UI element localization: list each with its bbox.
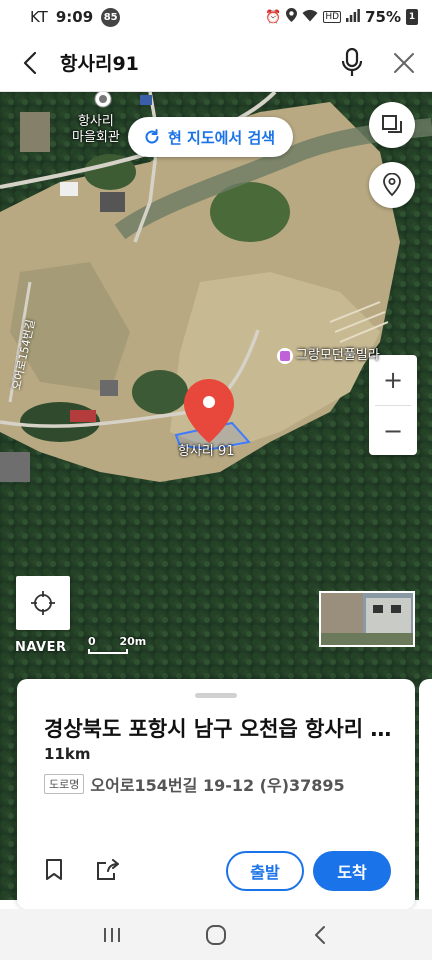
recent-apps-icon: [104, 927, 120, 942]
scale-zero: 0: [88, 635, 96, 648]
layers-button[interactable]: [369, 102, 415, 148]
place-info-card[interactable]: 경상북도 포항시 남구 오천읍 항사리 91 11km 도로명 오어로154번길…: [17, 679, 415, 909]
naver-logo: NAVER: [15, 640, 67, 655]
signal-icon: [346, 8, 360, 26]
search-this-area-label: 현 지도에서 검색: [168, 128, 276, 147]
clear-search-button[interactable]: [376, 34, 432, 92]
clock: 9:09: [55, 8, 94, 26]
system-back-button[interactable]: [300, 915, 340, 955]
map-pin-button[interactable]: [369, 162, 415, 208]
road-address[interactable]: 오어로154번길 19-12 (우)37895: [90, 772, 344, 796]
alarm-icon: ⏰: [265, 9, 282, 25]
share-icon: [97, 859, 119, 880]
scale-distance: 20m: [119, 635, 147, 648]
home-button[interactable]: [196, 915, 236, 955]
home-icon: [206, 924, 226, 945]
depart-button[interactable]: 출발: [226, 851, 304, 891]
street-photo-thumbnail[interactable]: [319, 591, 415, 647]
refresh-icon: [145, 129, 159, 144]
place-distance: 11km: [44, 745, 91, 763]
search-header: 항사리91: [0, 34, 432, 92]
pin-label: 항사리 91: [178, 444, 235, 459]
carrier-label: KT: [30, 8, 48, 26]
search-this-area-button[interactable]: 현 지도에서 검색: [128, 117, 294, 157]
street-photo-image: [321, 593, 413, 645]
village-hall-label: 항사리 마을회관: [72, 114, 120, 146]
drag-handle[interactable]: [195, 693, 237, 698]
share-button[interactable]: [93, 855, 123, 885]
battery-icon: 1: [406, 9, 418, 25]
search-query-text[interactable]: 항사리91: [60, 49, 328, 76]
system-navigation-bar: [0, 909, 432, 960]
scale-bar: [88, 649, 128, 654]
village-hall-label-text: 항사리 마을회관: [72, 114, 120, 145]
hd-voice-icon: HD: [323, 11, 342, 23]
recent-apps-button[interactable]: [92, 915, 132, 955]
arrive-button[interactable]: 도착: [313, 851, 391, 891]
location-marker-icon: [383, 173, 401, 197]
microphone-icon: [341, 47, 363, 76]
zoom-controls: + −: [369, 355, 417, 455]
current-location-button[interactable]: [16, 576, 70, 630]
road-address-row: 도로명 오어로154번길 19-12 (우)37895: [44, 772, 345, 796]
location-icon: [286, 8, 298, 26]
close-icon: [394, 52, 414, 73]
back-arrow-icon: [23, 51, 37, 74]
back-chevron-icon: [315, 925, 325, 944]
layers-icon: [382, 115, 402, 133]
battery-percent: 75%: [365, 8, 401, 26]
bookmark-icon: [46, 859, 62, 880]
card-actions: 출발 도착: [17, 849, 415, 893]
zoom-out-button[interactable]: −: [369, 406, 417, 456]
back-button[interactable]: [0, 34, 60, 92]
bookmark-button[interactable]: [39, 855, 69, 885]
scale-label: 0 20m: [88, 635, 146, 648]
place-title[interactable]: 경상북도 포항시 남구 오천읍 항사리 91: [44, 713, 394, 743]
voice-search-button[interactable]: [328, 34, 376, 92]
wifi-icon: [302, 9, 318, 26]
poi-label[interactable]: 그랑모던풀빌라: [296, 348, 380, 364]
crosshair-icon: [31, 591, 55, 615]
status-bar: KT 9:09 85 ⏰ HD 75% 1: [0, 0, 432, 34]
road-address-tag: 도로명: [44, 774, 85, 794]
notification-count-badge: 85: [101, 7, 121, 27]
next-result-card-peek[interactable]: [419, 679, 432, 909]
